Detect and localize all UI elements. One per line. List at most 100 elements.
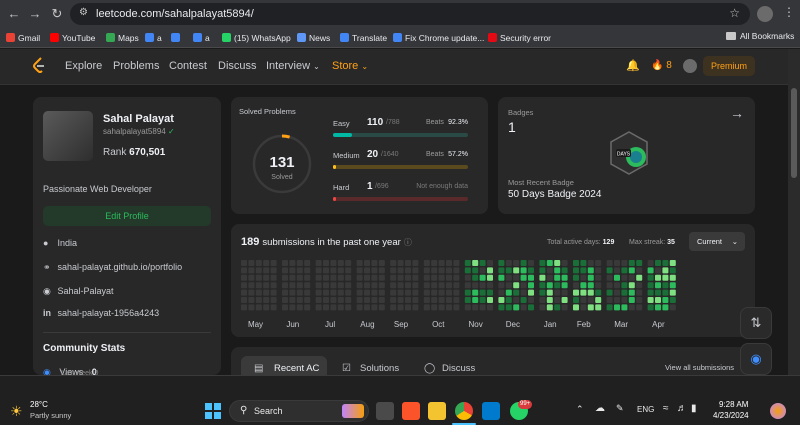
heatmap-cell[interactable] [669, 297, 676, 303]
heatmap-cell[interactable] [315, 282, 322, 289]
linkedin-row[interactable]: in sahal-palayat-1956a4243 [43, 308, 159, 318]
weather-desc[interactable]: Partly sunny [30, 411, 71, 420]
heatmap-cell[interactable] [412, 297, 419, 303]
heatmap-cell[interactable] [263, 260, 270, 266]
heatmap-cell[interactable] [315, 274, 322, 281]
heatmap-cell[interactable] [248, 297, 255, 303]
heatmap-cell[interactable] [270, 289, 277, 296]
heatmap-cell[interactable] [282, 267, 288, 274]
heatmap-cell[interactable] [628, 282, 635, 289]
heatmap-cell[interactable] [662, 260, 669, 266]
heatmap-cell[interactable] [270, 304, 277, 311]
heatmap-cell[interactable] [647, 274, 654, 281]
heatmap-cell[interactable] [453, 304, 460, 311]
heatmap-cell[interactable] [472, 304, 479, 311]
heatmap-cell[interactable] [621, 304, 628, 311]
heatmap-cell[interactable] [364, 267, 370, 274]
heatmap-cell[interactable] [580, 260, 587, 266]
heatmap-cell[interactable] [263, 289, 270, 296]
heatmap-cell[interactable] [345, 267, 352, 274]
heatmap-cell[interactable] [662, 289, 669, 296]
heatmap-cell[interactable] [606, 267, 613, 274]
heatmap-cell[interactable] [621, 297, 628, 303]
heatmap-cell[interactable] [464, 274, 471, 281]
heatmap-cell[interactable] [595, 304, 602, 311]
clock-date[interactable]: 4/23/2024 [713, 411, 749, 420]
heatmap-cell[interactable] [479, 297, 486, 303]
heatmap-cell[interactable] [337, 260, 344, 266]
heatmap-cell[interactable] [614, 282, 620, 289]
heatmap-cell[interactable] [323, 260, 329, 266]
heatmap-cell[interactable] [296, 274, 303, 281]
heatmap-cell[interactable] [520, 260, 527, 266]
heatmap-cell[interactable] [438, 274, 445, 281]
heatmap-cell[interactable] [647, 304, 654, 311]
heatmap-cell[interactable] [330, 297, 337, 303]
heatmap-cell[interactable] [621, 282, 628, 289]
heatmap-cell[interactable] [431, 297, 438, 303]
bookmark-item[interactable]: News [297, 31, 330, 45]
address-bar[interactable]: ⚙ leetcode.com/sahalpalayat5894/ ☆ [70, 3, 750, 25]
heatmap-cell[interactable] [248, 289, 255, 296]
heatmap-cell[interactable] [296, 304, 303, 311]
heatmap-cell[interactable] [453, 282, 460, 289]
heatmap-cell[interactable] [282, 282, 288, 289]
heatmap-cell[interactable] [378, 267, 385, 274]
heatmap-cell[interactable] [614, 260, 620, 266]
badge-50-days-icon[interactable]: DAYS [606, 130, 652, 176]
heatmap-cell[interactable] [270, 260, 277, 266]
heatmap-cell[interactable] [647, 297, 654, 303]
heatmap-cell[interactable] [255, 274, 262, 281]
heatmap-cell[interactable] [364, 282, 370, 289]
heatmap-cell[interactable] [561, 274, 568, 281]
heatmap-cell[interactable] [304, 282, 311, 289]
language-indicator[interactable]: ENG [637, 405, 654, 414]
heatmap-cell[interactable] [255, 260, 262, 266]
heatmap-cell[interactable] [464, 260, 471, 266]
heatmap-cell[interactable] [412, 267, 419, 274]
heatmap-cell[interactable] [595, 274, 602, 281]
heatmap-cell[interactable] [390, 304, 397, 311]
heatmap-cell[interactable] [606, 304, 613, 311]
heatmap-cell[interactable] [337, 289, 344, 296]
heatmap-cell[interactable] [296, 282, 303, 289]
heatmap-cell[interactable] [561, 289, 568, 296]
heatmap-cell[interactable] [364, 289, 370, 296]
heatmap-cell[interactable] [655, 297, 661, 303]
heatmap-cell[interactable] [513, 282, 520, 289]
heatmap-cell[interactable] [412, 260, 419, 266]
heatmap-cell[interactable] [356, 274, 363, 281]
heatmap-cell[interactable] [621, 274, 628, 281]
streak-counter[interactable]: 🔥 8 [651, 60, 672, 71]
heatmap-cell[interactable] [606, 282, 613, 289]
heatmap-cell[interactable] [554, 282, 561, 289]
heatmap-cell[interactable] [573, 274, 579, 281]
heatmap-cell[interactable] [573, 267, 579, 274]
heatmap-cell[interactable] [405, 289, 411, 296]
wifi-icon[interactable]: ≈ [663, 403, 669, 414]
heatmap-cell[interactable] [498, 304, 505, 311]
heatmap-cell[interactable] [513, 297, 520, 303]
heatmap-cell[interactable] [438, 267, 445, 274]
heatmap-cell[interactable] [397, 274, 404, 281]
heatmap-cell[interactable] [371, 304, 378, 311]
heatmap-cell[interactable] [390, 274, 397, 281]
heatmap-cell[interactable] [390, 289, 397, 296]
heatmap-cell[interactable] [337, 267, 344, 274]
bookmark-item[interactable]: a [193, 31, 210, 45]
github-row[interactable]: ◉ Sahal-Palayat [43, 286, 114, 297]
heatmap-cell[interactable] [255, 289, 262, 296]
heatmap-cell[interactable] [453, 289, 460, 296]
nav-discuss[interactable]: Discuss [218, 60, 257, 72]
heatmap-cell[interactable] [621, 260, 628, 266]
heatmap-cell[interactable] [528, 267, 534, 274]
heatmap-cell[interactable] [614, 289, 620, 296]
heatmap-cell[interactable] [453, 267, 460, 274]
heatmap-cell[interactable] [614, 267, 620, 274]
heatmap-cell[interactable] [520, 274, 527, 281]
heatmap-cell[interactable] [364, 274, 370, 281]
heatmap-cell[interactable] [356, 282, 363, 289]
heatmap-cell[interactable] [498, 282, 505, 289]
heatmap-cell[interactable] [561, 267, 568, 274]
heatmap-cell[interactable] [438, 260, 445, 266]
